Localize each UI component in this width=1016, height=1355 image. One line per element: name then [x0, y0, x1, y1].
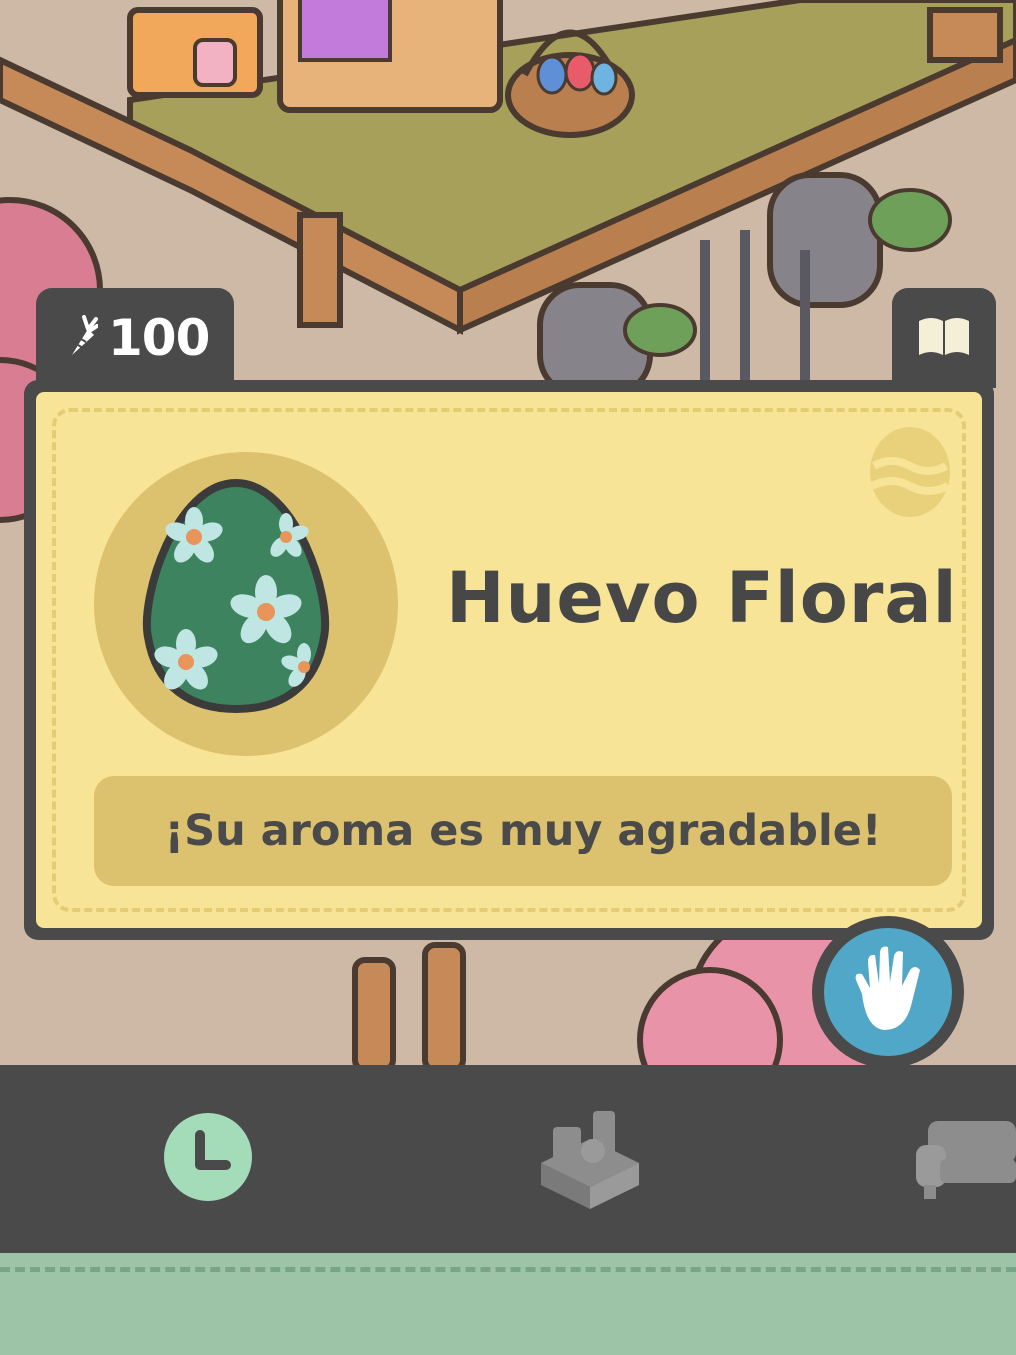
tray-divider: [0, 1267, 1016, 1272]
egg-category-icon: [868, 420, 952, 522]
furniture-box-tab[interactable]: [525, 1065, 655, 1253]
item-info-card: Huevo Floral ¡Su aroma es muy agradable!: [24, 380, 994, 940]
item-description-box: ¡Su aroma es muy agradable!: [94, 776, 952, 886]
item-tray[interactable]: [0, 1253, 1016, 1355]
hand-icon: [848, 944, 928, 1040]
interact-button[interactable]: [812, 916, 964, 1068]
bed[interactable]: [277, 0, 503, 113]
box-icon: [531, 1105, 649, 1213]
journal-button[interactable]: [892, 288, 996, 388]
interact-button-face: [824, 928, 952, 1056]
floral-egg-icon: [136, 477, 336, 721]
book-icon: [917, 315, 971, 361]
clock-tab[interactable]: [150, 1065, 265, 1253]
item-description: ¡Su aroma es muy agradable!: [164, 806, 882, 856]
sofa-icon: [910, 1115, 1016, 1203]
currency-amount: 100: [108, 309, 210, 367]
chest[interactable]: [127, 7, 263, 98]
clock-icon: [162, 1111, 254, 1207]
item-name: Huevo Floral: [446, 557, 958, 639]
sofa-tab[interactable]: [910, 1065, 1016, 1253]
carrot-icon: [66, 315, 99, 361]
bottom-nav: [0, 1065, 1016, 1253]
item-info-panel: Huevo Floral ¡Su aroma es muy agradable!: [36, 392, 982, 928]
currency-display: 100: [36, 288, 234, 388]
